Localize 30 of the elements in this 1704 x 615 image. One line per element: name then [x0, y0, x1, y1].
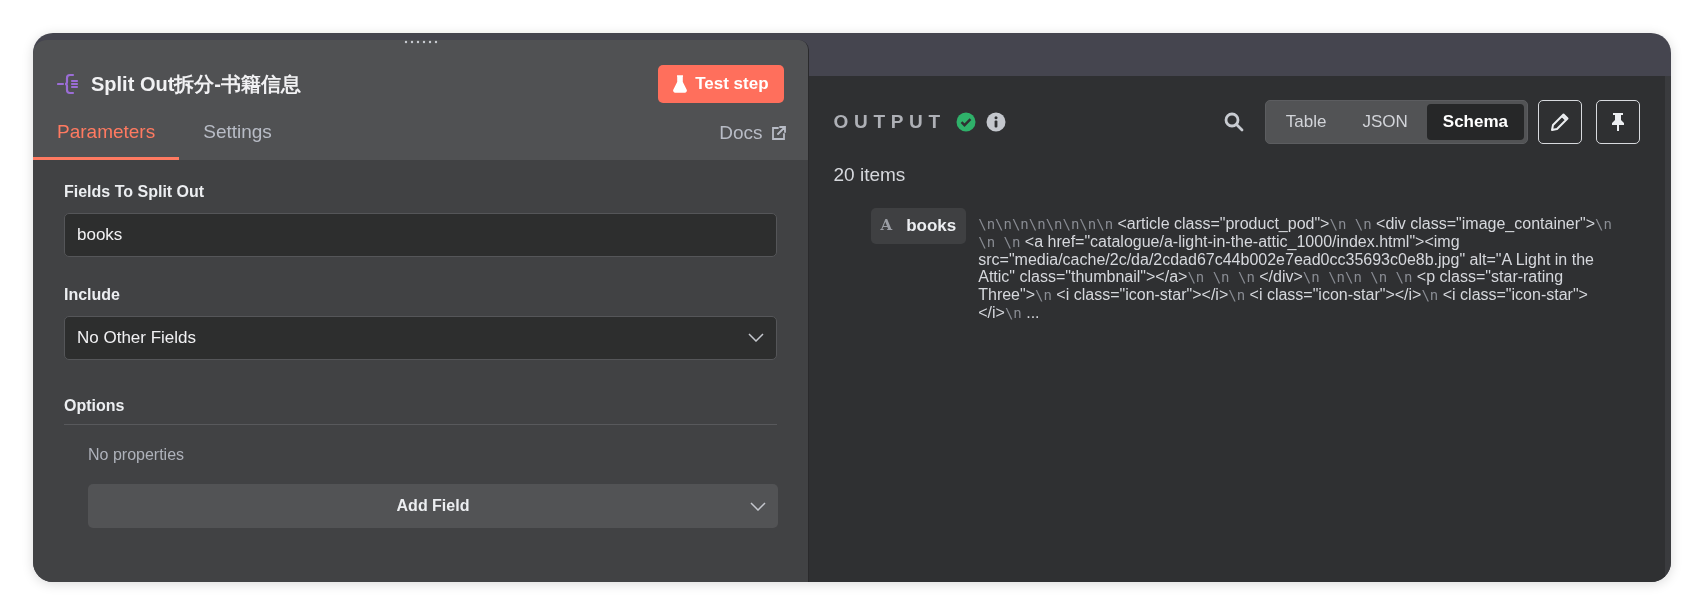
view-tab[interactable]: Table: [1268, 104, 1344, 140]
field-value: \n\n\n\n\n\n\n\n <article class="product_pod">\n \n <div class="image_container">\n \n \n <a href="catalogue/a-light-in-the-attic_1000/index.html"><img src="media/cache/2c/da/2cdad67c44b002e7ead0cc35693c0e8b.jpg" alt="A Light in the Attic" class="thumbnail"></a>\n \n \n </div>\n \n\n \n \n <p class="star-rating Three">\n <i class="icon-star"></i>\n <i class="icon-star"></i>\n <i class="icon-star"></i>\n ...: [978, 214, 1613, 322]
test-step-button[interactable]: Test step: [658, 65, 784, 103]
view-tab[interactable]: JSON: [1345, 104, 1425, 140]
flask-icon: [673, 75, 688, 93]
docs-link[interactable]: Docs: [719, 119, 786, 160]
pencil-icon: [1550, 112, 1570, 132]
select-field[interactable]: No Other Fields: [64, 315, 777, 360]
item-count: 20 items: [833, 163, 907, 187]
chevron-down-icon: [750, 501, 766, 511]
add-field-button[interactable]: Add Field: [88, 483, 778, 528]
search-icon[interactable]: [1223, 112, 1244, 132]
input-field[interactable]: books: [64, 212, 777, 257]
output-title: OUTPUT: [833, 109, 946, 134]
view-tab[interactable]: Schema: [1426, 104, 1524, 140]
field-label: Fields To Split Out: [64, 181, 206, 202]
pin-button[interactable]: [1596, 100, 1640, 144]
external-link-icon: [770, 125, 786, 141]
split-icon: [57, 73, 81, 95]
pin-icon: [1610, 112, 1626, 132]
field-label: Include: [64, 284, 121, 305]
node-title: Split Out拆分-书籍信息: [91, 72, 301, 97]
chevron-down-icon: [747, 333, 764, 342]
empty-text: No properties: [88, 444, 186, 465]
tab[interactable]: Settings: [179, 118, 296, 160]
field-name-tag: A books: [870, 207, 967, 244]
options-label: Options: [64, 393, 777, 425]
info-icon[interactable]: [985, 112, 1006, 132]
edit-button[interactable]: [1538, 100, 1582, 144]
type-icon: A: [880, 214, 893, 237]
